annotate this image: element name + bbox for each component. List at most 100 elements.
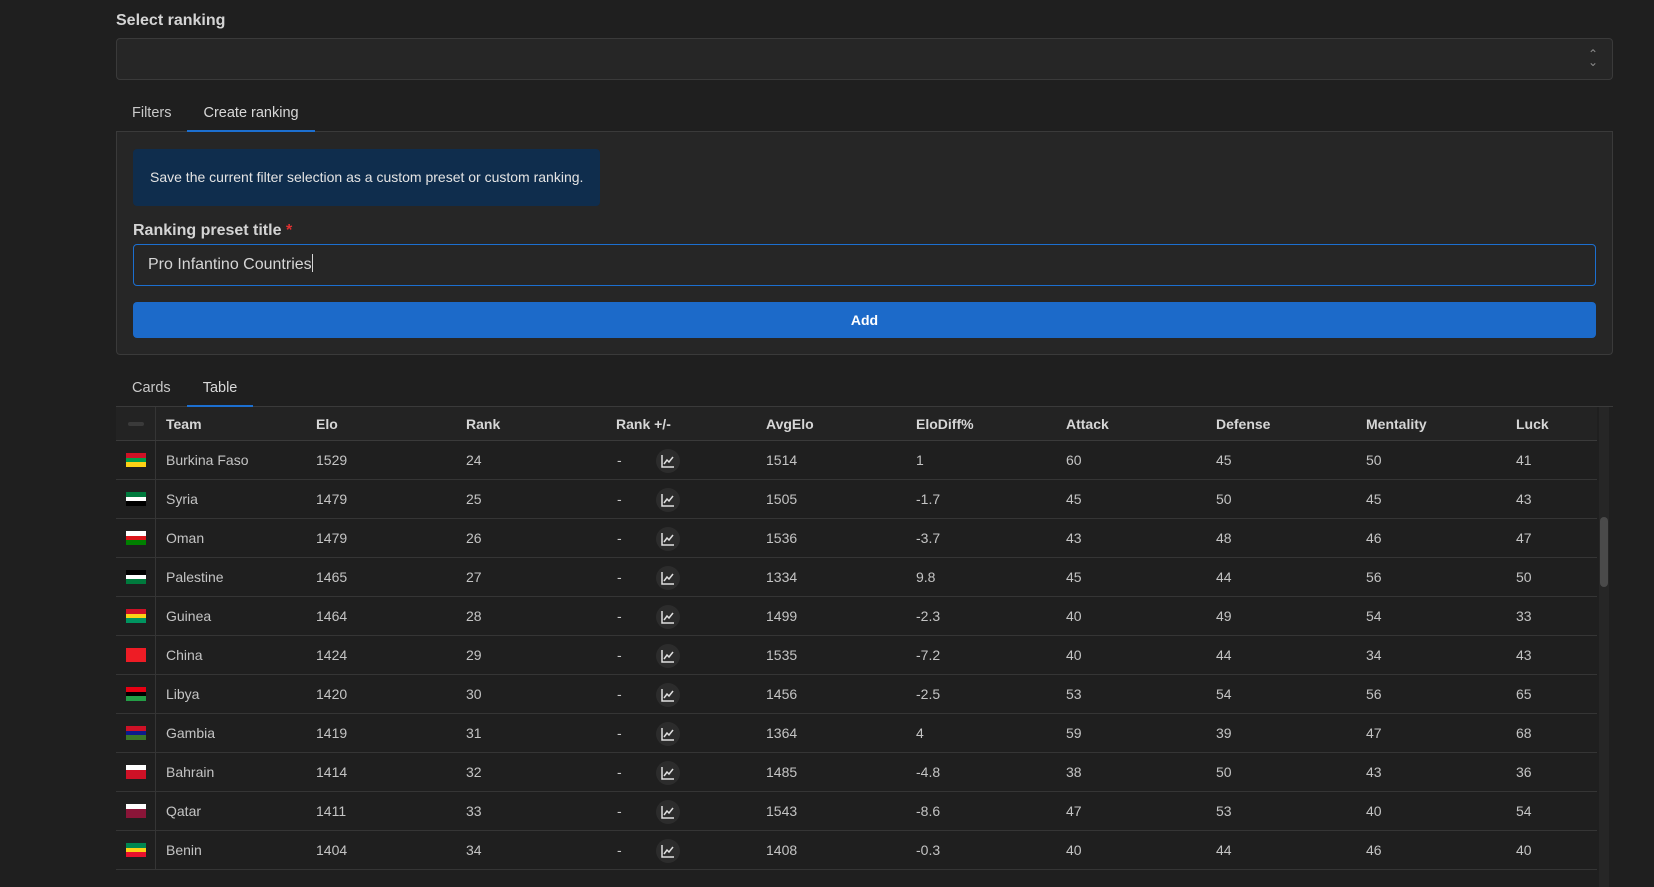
- avgelo-value: 1514: [766, 452, 798, 468]
- table-row[interactable]: Qatar 1411 33 1543 -8.6 47 53 40 54 -: [116, 792, 1597, 831]
- col-luck[interactable]: Luck: [1516, 407, 1549, 440]
- trend-chart-button[interactable]: [656, 566, 680, 590]
- table-row[interactable]: Palestine 1465 27 1334 9.8 45 44 56 50 -: [116, 558, 1597, 597]
- trend-chart-button[interactable]: [656, 839, 680, 863]
- table-row[interactable]: Oman 1479 26 1536 -3.7 43 48 46 47 -: [116, 519, 1597, 558]
- mentality-value: 56: [1366, 686, 1382, 702]
- defense-value: 53: [1216, 803, 1232, 819]
- rank-change-value: -: [617, 569, 622, 585]
- flag-icon: [125, 726, 146, 740]
- elo-value: 1414: [316, 764, 348, 780]
- chart-line-icon: [661, 806, 674, 819]
- luck-value: 36: [1516, 764, 1532, 780]
- table-row[interactable]: Guinea 1464 28 1499 -2.3 40 49 54 33 -: [116, 597, 1597, 636]
- attack-value: 45: [1066, 491, 1082, 507]
- mentality-value: 54: [1366, 608, 1382, 624]
- attack-value: 53: [1066, 686, 1082, 702]
- chart-line-icon: [661, 728, 674, 741]
- rank-change-value: -: [617, 842, 622, 858]
- tab-create-ranking[interactable]: Create ranking: [187, 94, 315, 132]
- trend-chart-button[interactable]: [656, 449, 680, 473]
- elo-value: 1420: [316, 686, 348, 702]
- elodiff-value: -8.6: [916, 803, 941, 819]
- col-elodiff[interactable]: EloDiff%: [916, 407, 974, 440]
- trend-chart-button[interactable]: [656, 644, 680, 668]
- mentality-value: 56: [1366, 569, 1382, 585]
- preset-title-label: Ranking preset title *: [133, 222, 292, 240]
- rank-change-value: -: [617, 686, 622, 702]
- mentality-value: 40: [1366, 803, 1382, 819]
- rank-change-value: -: [617, 491, 622, 507]
- table-row[interactable]: Burkina Faso 1529 24 1514 1 60 45 50 41 -: [116, 441, 1597, 480]
- tab-filters[interactable]: Filters: [116, 94, 187, 132]
- flag-cell: [116, 636, 156, 674]
- attack-value: 40: [1066, 842, 1082, 858]
- col-defense[interactable]: Defense: [1216, 407, 1270, 440]
- rank-change-value: -: [617, 647, 622, 663]
- rank-value: 26: [466, 530, 482, 546]
- table-row[interactable]: Libya 1420 30 1456 -2.5 53 54 56 65 -: [116, 675, 1597, 714]
- required-mark: *: [285, 222, 293, 239]
- table-row[interactable]: Syria 1479 25 1505 -1.7 45 50 45 43 -: [116, 480, 1597, 519]
- elodiff-value: -3.7: [916, 530, 941, 546]
- scrollbar-thumb[interactable]: [1600, 517, 1608, 587]
- col-rank-change[interactable]: Rank +/-: [616, 407, 671, 440]
- table-row[interactable]: Benin 1404 34 1408 -0.3 40 44 46 40 -: [116, 831, 1597, 870]
- preset-title-input[interactable]: Pro Infantino Countries: [133, 244, 1596, 286]
- rank-value: 29: [466, 647, 482, 663]
- attack-value: 38: [1066, 764, 1082, 780]
- chart-line-icon: [661, 494, 674, 507]
- mentality-value: 47: [1366, 725, 1382, 741]
- mentality-value: 50: [1366, 452, 1382, 468]
- trend-chart-button[interactable]: [656, 605, 680, 629]
- luck-value: 65: [1516, 686, 1532, 702]
- trend-chart-button[interactable]: [656, 761, 680, 785]
- tab-table[interactable]: Table: [186, 369, 254, 407]
- trend-chart-button[interactable]: [656, 488, 680, 512]
- table-scrollbar[interactable]: [1599, 407, 1609, 887]
- elodiff-value: 4: [916, 725, 924, 741]
- info-alert: Save the current filter selection as a c…: [133, 149, 601, 206]
- rank-change-value: -: [617, 452, 622, 468]
- elodiff-value: -7.2: [916, 647, 941, 663]
- table-row[interactable]: Gambia 1419 31 1364 4 59 39 47 68 -: [116, 714, 1597, 753]
- flag-icon: [125, 453, 146, 467]
- col-avgelo[interactable]: AvgElo: [766, 407, 814, 440]
- text-caret: [311, 254, 313, 272]
- chevron-updown-icon: ⌃ ⌄: [1587, 47, 1598, 69]
- defense-value: 50: [1216, 491, 1232, 507]
- avgelo-value: 1456: [766, 686, 798, 702]
- table-row[interactable]: Bahrain 1414 32 1485 -4.8 38 50 43 36 -: [116, 753, 1597, 792]
- team-name: Bahrain: [166, 764, 215, 780]
- ranking-table: Team Elo Rank Rank +/- AvgElo EloDiff% A…: [116, 407, 1597, 870]
- elodiff-value: -1.7: [916, 491, 941, 507]
- elo-value: 1465: [316, 569, 348, 585]
- add-button[interactable]: Add: [133, 302, 1596, 338]
- ranking-select[interactable]: ⌃ ⌄: [116, 38, 1613, 80]
- col-team[interactable]: Team: [166, 407, 202, 440]
- elodiff-value: -2.5: [916, 686, 941, 702]
- rank-change-value: -: [617, 764, 622, 780]
- trend-chart-button[interactable]: [656, 722, 680, 746]
- rank-value: 33: [466, 803, 482, 819]
- col-attack[interactable]: Attack: [1066, 407, 1109, 440]
- tab-cards[interactable]: Cards: [116, 369, 187, 407]
- defense-value: 39: [1216, 725, 1232, 741]
- table-row[interactable]: China 1424 29 1535 -7.2 40 44 34 43 -: [116, 636, 1597, 675]
- trend-chart-button[interactable]: [656, 527, 680, 551]
- trend-chart-button[interactable]: [656, 683, 680, 707]
- flag-cell: [116, 558, 156, 596]
- flag-cell: [116, 675, 156, 713]
- flag-cell: [116, 441, 156, 479]
- table-body: Burkina Faso 1529 24 1514 1 60 45 50 41 - Syria 147…: [116, 441, 1597, 870]
- col-elo[interactable]: Elo: [316, 407, 338, 440]
- luck-value: 41: [1516, 452, 1532, 468]
- col-mentality[interactable]: Mentality: [1366, 407, 1427, 440]
- chart-line-icon: [661, 611, 674, 624]
- elo-value: 1479: [316, 530, 348, 546]
- col-rank[interactable]: Rank: [466, 407, 500, 440]
- chart-line-icon: [661, 455, 674, 468]
- elo-value: 1411: [316, 803, 347, 819]
- flag-cell: [116, 597, 156, 635]
- trend-chart-button[interactable]: [656, 800, 680, 824]
